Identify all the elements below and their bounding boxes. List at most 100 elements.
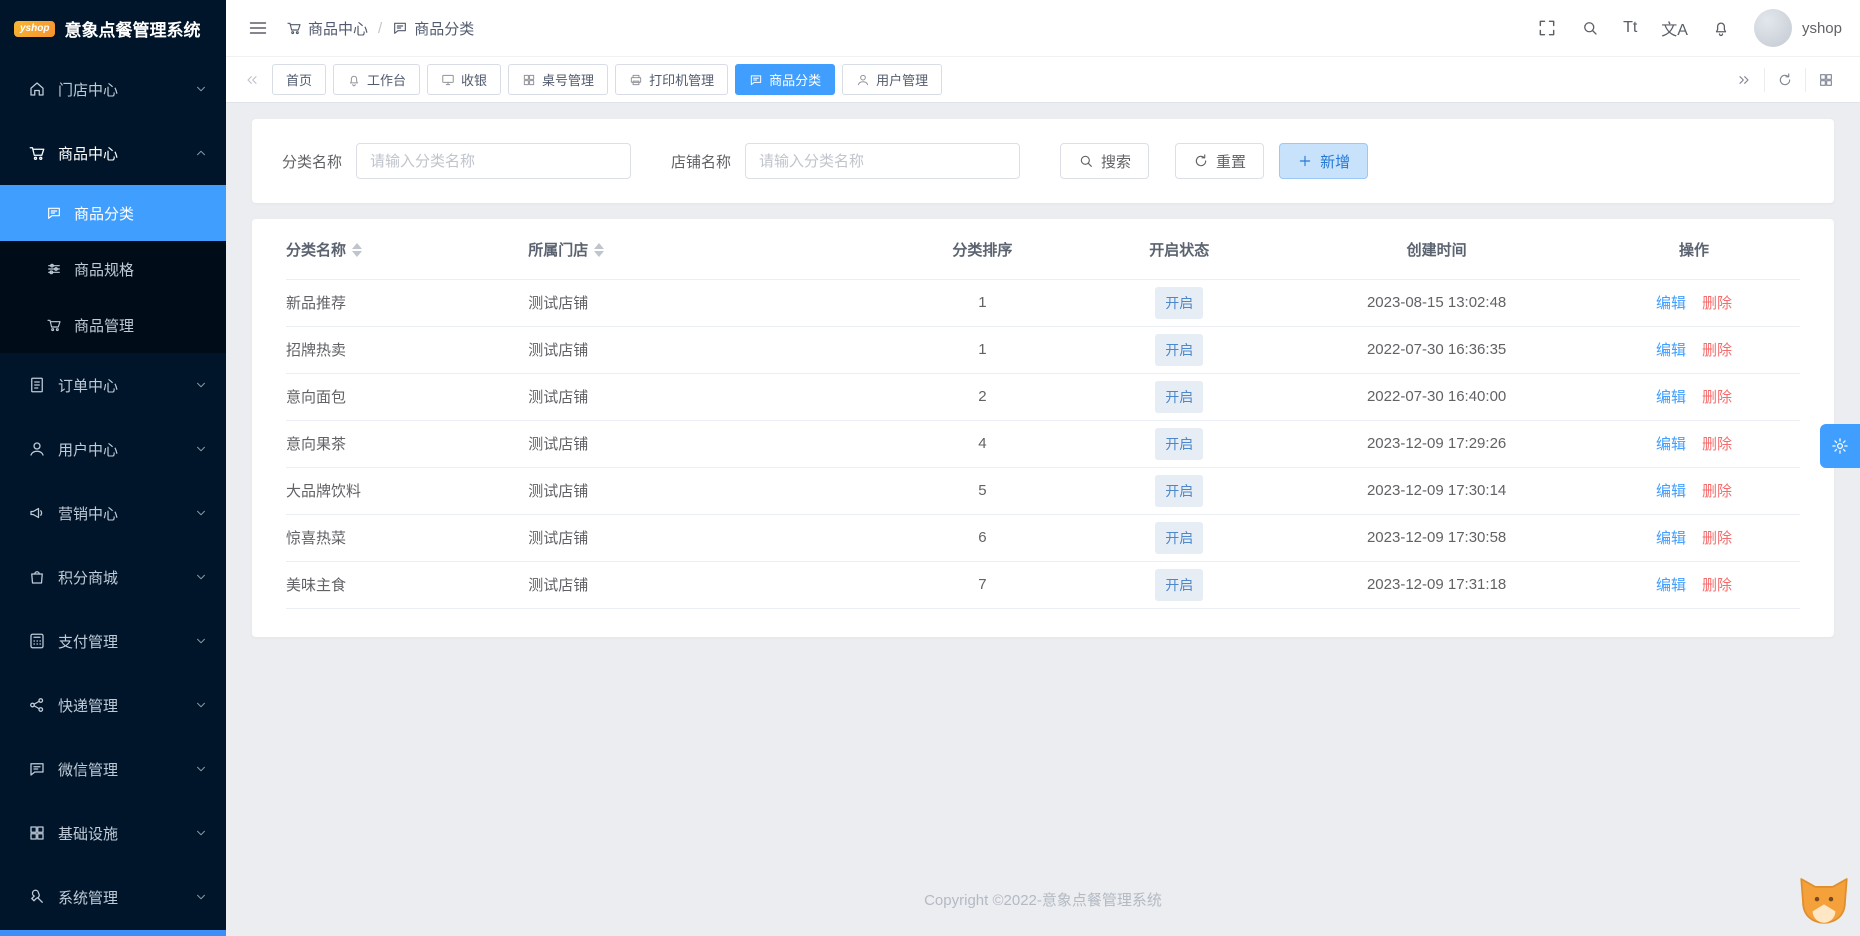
chat-icon bbox=[749, 73, 763, 87]
breadcrumb-label: 商品中心 bbox=[308, 20, 369, 38]
chat-icon bbox=[46, 205, 62, 221]
tab-scroll-right-button[interactable] bbox=[1724, 68, 1764, 92]
sidebar-item-express-management[interactable]: 快递管理 bbox=[0, 673, 226, 737]
sidebar-item-label: 订单中心 bbox=[58, 377, 119, 395]
sliders-icon bbox=[46, 261, 62, 277]
sort-caret[interactable] bbox=[594, 242, 605, 257]
category-name-input[interactable] bbox=[356, 143, 632, 179]
sidebar-item-label: 快递管理 bbox=[58, 697, 119, 715]
delete-link[interactable]: 删除 bbox=[1702, 342, 1732, 359]
sidebar-item-label: 系统管理 bbox=[58, 889, 119, 907]
edit-link[interactable]: 编辑 bbox=[1656, 483, 1686, 500]
font-size-tool[interactable]: Tt bbox=[1623, 19, 1637, 37]
sidebar-item-system-management[interactable]: 系统管理 bbox=[0, 865, 226, 929]
app-logo[interactable]: yshop 意象点餐管理系统 bbox=[0, 0, 226, 57]
add-button[interactable]: 新增 bbox=[1279, 143, 1369, 179]
settings-fab[interactable] bbox=[1820, 424, 1860, 468]
tab-scroll-left-button[interactable] bbox=[240, 72, 264, 88]
column-header-actions: 操作 bbox=[1588, 221, 1800, 280]
delete-link[interactable]: 删除 bbox=[1702, 483, 1732, 500]
tab-user-management[interactable]: 用户管理 bbox=[842, 64, 943, 95]
printer-icon bbox=[629, 73, 643, 87]
tab-label: 打印机管理 bbox=[649, 73, 715, 88]
search-icon bbox=[1078, 153, 1094, 169]
sidebar-item-label: 商品规格 bbox=[74, 261, 135, 279]
delete-link[interactable]: 删除 bbox=[1702, 295, 1732, 312]
sidebar-item-goods-category[interactable]: 商品分类 bbox=[0, 185, 226, 241]
sidebar-item-goods-spec[interactable]: 商品规格 bbox=[0, 241, 226, 297]
edit-link[interactable]: 编辑 bbox=[1656, 577, 1686, 594]
fullscreen-icon[interactable] bbox=[1537, 18, 1557, 38]
tab-label: 用户管理 bbox=[876, 73, 929, 88]
table-row: 新品推荐 测试店铺 1 开启 2023-08-15 13:02:48 编辑 删除 bbox=[286, 279, 1800, 327]
tab-goods-category[interactable]: 商品分类 bbox=[735, 64, 836, 95]
horizontal-scrollbar[interactable] bbox=[0, 930, 226, 936]
sidebar-item-label: 商品分类 bbox=[74, 205, 135, 223]
sidebar-item-marketing-center[interactable]: 营销中心 bbox=[0, 481, 226, 545]
sidebar-item-store-center[interactable]: 门店中心 bbox=[0, 57, 226, 121]
refresh-icon[interactable] bbox=[1764, 67, 1805, 92]
sort-cell: 7 bbox=[891, 561, 1074, 609]
copyright-footer: Copyright ©2022-意象点餐管理系统 bbox=[924, 892, 1162, 909]
delete-link[interactable]: 删除 bbox=[1702, 577, 1732, 594]
category-name-cell: 惊喜热菜 bbox=[286, 514, 529, 562]
logo-badge: yshop bbox=[14, 20, 56, 37]
created-cell: 2022-07-30 16:36:35 bbox=[1285, 326, 1589, 374]
search-icon[interactable] bbox=[1581, 19, 1599, 37]
sidebar-item-infrastructure[interactable]: 基础设施 bbox=[0, 801, 226, 865]
translate-tool[interactable]: 文A bbox=[1661, 16, 1688, 40]
edit-link[interactable]: 编辑 bbox=[1656, 342, 1686, 359]
reset-button[interactable]: 重置 bbox=[1175, 143, 1265, 179]
delete-link[interactable]: 删除 bbox=[1702, 530, 1732, 547]
tab-bar: 首页 工作台 收银 桌号管理 打印机管理 商品分类 用户管理 bbox=[226, 57, 1860, 103]
tab-home[interactable]: 首页 bbox=[272, 64, 327, 95]
sidebar-item-label: 支付管理 bbox=[58, 633, 119, 651]
user-menu[interactable]: yshop bbox=[1753, 9, 1842, 47]
status-badge: 开启 bbox=[1155, 521, 1204, 554]
tab-label: 工作台 bbox=[367, 73, 407, 88]
sidebar-item-points-mall[interactable]: 积分商城 bbox=[0, 545, 226, 609]
category-name-cell: 美味主食 bbox=[286, 561, 529, 609]
edit-link[interactable]: 编辑 bbox=[1656, 530, 1686, 547]
sidebar-item-label: 积分商城 bbox=[58, 569, 119, 587]
breadcrumb-goods-category[interactable]: 商品分类 bbox=[392, 18, 474, 39]
hamburger-icon[interactable] bbox=[248, 18, 268, 38]
layout-grid-button[interactable] bbox=[1805, 67, 1846, 92]
sidebar-item-label: 门店中心 bbox=[58, 81, 119, 99]
bell-icon bbox=[347, 73, 361, 87]
page-content: 分类名称 店铺名称 搜索 重置 新增 bbox=[226, 103, 1860, 936]
search-button[interactable]: 搜索 bbox=[1060, 143, 1150, 179]
tab-cashier[interactable]: 收银 bbox=[427, 64, 502, 95]
sort-caret[interactable] bbox=[352, 242, 363, 257]
edit-link[interactable]: 编辑 bbox=[1656, 389, 1686, 406]
sidebar-item-wechat-management[interactable]: 微信管理 bbox=[0, 737, 226, 801]
category-name-cell: 新品推荐 bbox=[286, 279, 529, 327]
tab-table-number-management[interactable]: 桌号管理 bbox=[508, 64, 609, 95]
table-row: 意向果茶 测试店铺 4 开启 2023-12-09 17:29:26 编辑 删除 bbox=[286, 420, 1800, 468]
chevron-down-icon bbox=[194, 762, 208, 776]
tab-printer-management[interactable]: 打印机管理 bbox=[615, 64, 729, 95]
sidebar-item-order-center[interactable]: 订单中心 bbox=[0, 353, 226, 417]
edit-link[interactable]: 编辑 bbox=[1656, 295, 1686, 312]
tab-workbench[interactable]: 工作台 bbox=[333, 64, 421, 95]
mascot-icon[interactable] bbox=[1796, 872, 1852, 928]
edit-link[interactable]: 编辑 bbox=[1656, 436, 1686, 453]
delete-link[interactable]: 删除 bbox=[1702, 436, 1732, 453]
sidebar-item-goods-management[interactable]: 商品管理 bbox=[0, 297, 226, 353]
table-row: 大品牌饮料 测试店铺 5 开启 2023-12-09 17:30:14 编辑 删除 bbox=[286, 467, 1800, 515]
breadcrumb-goods-center[interactable]: 商品中心 bbox=[286, 18, 368, 39]
sort-cell: 6 bbox=[891, 514, 1074, 562]
column-header-status: 开启状态 bbox=[1073, 221, 1286, 280]
refresh-icon bbox=[1193, 153, 1209, 169]
delete-link[interactable]: 删除 bbox=[1702, 389, 1732, 406]
chevron-down-icon bbox=[194, 634, 208, 648]
store-name-input[interactable] bbox=[745, 143, 1021, 179]
wrench-icon bbox=[28, 888, 46, 906]
sidebar-item-goods-center[interactable]: 商品中心 bbox=[0, 121, 226, 185]
sidebar-item-payment-management[interactable]: 支付管理 bbox=[0, 609, 226, 673]
sidebar-item-user-center[interactable]: 用户中心 bbox=[0, 417, 226, 481]
sidebar-item-label: 商品管理 bbox=[74, 317, 135, 335]
chevron-down-icon bbox=[194, 506, 208, 520]
notification-bell-icon[interactable] bbox=[1712, 19, 1730, 37]
tab-label: 首页 bbox=[286, 73, 313, 88]
